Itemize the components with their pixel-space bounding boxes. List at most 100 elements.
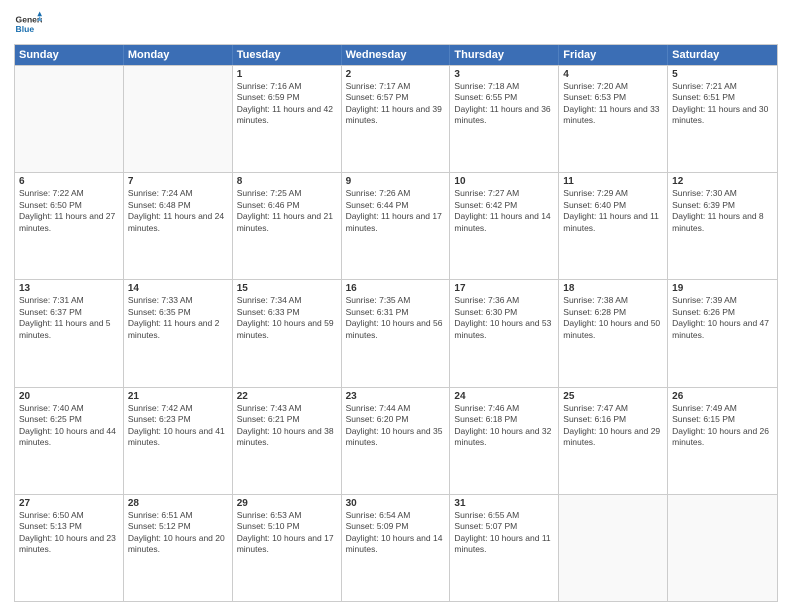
calendar-row-1: 6Sunrise: 7:22 AM Sunset: 6:50 PM Daylig… — [15, 172, 777, 279]
cell-info: Sunrise: 7:31 AM Sunset: 6:37 PM Dayligh… — [19, 295, 119, 341]
cell-info: Sunrise: 7:30 AM Sunset: 6:39 PM Dayligh… — [672, 188, 773, 234]
calendar-cell: 11Sunrise: 7:29 AM Sunset: 6:40 PM Dayli… — [559, 173, 668, 279]
cell-day-number: 31 — [454, 498, 554, 509]
cell-day-number: 19 — [672, 283, 773, 294]
calendar-cell: 14Sunrise: 7:33 AM Sunset: 6:35 PM Dayli… — [124, 280, 233, 386]
cell-info: Sunrise: 7:17 AM Sunset: 6:57 PM Dayligh… — [346, 81, 446, 127]
calendar-cell: 19Sunrise: 7:39 AM Sunset: 6:26 PM Dayli… — [668, 280, 777, 386]
cell-info: Sunrise: 7:35 AM Sunset: 6:31 PM Dayligh… — [346, 295, 446, 341]
calendar-cell: 21Sunrise: 7:42 AM Sunset: 6:23 PM Dayli… — [124, 388, 233, 494]
cell-day-number: 6 — [19, 176, 119, 187]
calendar-row-3: 20Sunrise: 7:40 AM Sunset: 6:25 PM Dayli… — [15, 387, 777, 494]
calendar-cell: 17Sunrise: 7:36 AM Sunset: 6:30 PM Dayli… — [450, 280, 559, 386]
cell-day-number: 23 — [346, 391, 446, 402]
weekday-header-sunday: Sunday — [15, 45, 124, 65]
cell-day-number: 5 — [672, 69, 773, 80]
cell-day-number: 1 — [237, 69, 337, 80]
cell-info: Sunrise: 7:20 AM Sunset: 6:53 PM Dayligh… — [563, 81, 663, 127]
cell-info: Sunrise: 7:39 AM Sunset: 6:26 PM Dayligh… — [672, 295, 773, 341]
cell-day-number: 18 — [563, 283, 663, 294]
page-header: General Blue — [14, 10, 778, 38]
svg-text:Blue: Blue — [16, 24, 35, 34]
cell-day-number: 30 — [346, 498, 446, 509]
calendar-cell: 7Sunrise: 7:24 AM Sunset: 6:48 PM Daylig… — [124, 173, 233, 279]
calendar-cell: 28Sunrise: 6:51 AM Sunset: 5:12 PM Dayli… — [124, 495, 233, 601]
cell-day-number: 11 — [563, 176, 663, 187]
calendar-cell: 20Sunrise: 7:40 AM Sunset: 6:25 PM Dayli… — [15, 388, 124, 494]
cell-day-number: 13 — [19, 283, 119, 294]
cell-info: Sunrise: 7:42 AM Sunset: 6:23 PM Dayligh… — [128, 403, 228, 449]
calendar-cell: 5Sunrise: 7:21 AM Sunset: 6:51 PM Daylig… — [668, 66, 777, 172]
cell-info: Sunrise: 7:18 AM Sunset: 6:55 PM Dayligh… — [454, 81, 554, 127]
cell-day-number: 27 — [19, 498, 119, 509]
cell-info: Sunrise: 7:27 AM Sunset: 6:42 PM Dayligh… — [454, 188, 554, 234]
cell-day-number: 20 — [19, 391, 119, 402]
cell-day-number: 17 — [454, 283, 554, 294]
calendar-cell: 16Sunrise: 7:35 AM Sunset: 6:31 PM Dayli… — [342, 280, 451, 386]
calendar-cell: 6Sunrise: 7:22 AM Sunset: 6:50 PM Daylig… — [15, 173, 124, 279]
cell-day-number: 3 — [454, 69, 554, 80]
cell-info: Sunrise: 7:38 AM Sunset: 6:28 PM Dayligh… — [563, 295, 663, 341]
calendar-cell: 3Sunrise: 7:18 AM Sunset: 6:55 PM Daylig… — [450, 66, 559, 172]
calendar-header: SundayMondayTuesdayWednesdayThursdayFrid… — [15, 45, 777, 65]
cell-day-number: 9 — [346, 176, 446, 187]
calendar-cell — [668, 495, 777, 601]
calendar-cell: 25Sunrise: 7:47 AM Sunset: 6:16 PM Dayli… — [559, 388, 668, 494]
cell-info: Sunrise: 6:55 AM Sunset: 5:07 PM Dayligh… — [454, 510, 554, 556]
logo-icon: General Blue — [14, 10, 42, 38]
cell-info: Sunrise: 7:22 AM Sunset: 6:50 PM Dayligh… — [19, 188, 119, 234]
calendar-cell: 12Sunrise: 7:30 AM Sunset: 6:39 PM Dayli… — [668, 173, 777, 279]
cell-info: Sunrise: 7:43 AM Sunset: 6:21 PM Dayligh… — [237, 403, 337, 449]
calendar-cell: 2Sunrise: 7:17 AM Sunset: 6:57 PM Daylig… — [342, 66, 451, 172]
weekday-header-monday: Monday — [124, 45, 233, 65]
calendar-cell — [124, 66, 233, 172]
cell-info: Sunrise: 6:51 AM Sunset: 5:12 PM Dayligh… — [128, 510, 228, 556]
weekday-header-thursday: Thursday — [450, 45, 559, 65]
cell-info: Sunrise: 7:36 AM Sunset: 6:30 PM Dayligh… — [454, 295, 554, 341]
calendar-cell: 18Sunrise: 7:38 AM Sunset: 6:28 PM Dayli… — [559, 280, 668, 386]
calendar-cell: 10Sunrise: 7:27 AM Sunset: 6:42 PM Dayli… — [450, 173, 559, 279]
calendar-cell: 26Sunrise: 7:49 AM Sunset: 6:15 PM Dayli… — [668, 388, 777, 494]
cell-info: Sunrise: 7:24 AM Sunset: 6:48 PM Dayligh… — [128, 188, 228, 234]
calendar-cell: 13Sunrise: 7:31 AM Sunset: 6:37 PM Dayli… — [15, 280, 124, 386]
calendar-cell: 9Sunrise: 7:26 AM Sunset: 6:44 PM Daylig… — [342, 173, 451, 279]
cell-info: Sunrise: 6:53 AM Sunset: 5:10 PM Dayligh… — [237, 510, 337, 556]
weekday-header-saturday: Saturday — [668, 45, 777, 65]
calendar-row-4: 27Sunrise: 6:50 AM Sunset: 5:13 PM Dayli… — [15, 494, 777, 601]
calendar-row-2: 13Sunrise: 7:31 AM Sunset: 6:37 PM Dayli… — [15, 279, 777, 386]
cell-info: Sunrise: 7:47 AM Sunset: 6:16 PM Dayligh… — [563, 403, 663, 449]
cell-day-number: 15 — [237, 283, 337, 294]
weekday-header-tuesday: Tuesday — [233, 45, 342, 65]
calendar-cell: 23Sunrise: 7:44 AM Sunset: 6:20 PM Dayli… — [342, 388, 451, 494]
cell-day-number: 8 — [237, 176, 337, 187]
cell-info: Sunrise: 7:34 AM Sunset: 6:33 PM Dayligh… — [237, 295, 337, 341]
weekday-header-wednesday: Wednesday — [342, 45, 451, 65]
cell-day-number: 22 — [237, 391, 337, 402]
cell-day-number: 4 — [563, 69, 663, 80]
calendar-cell: 8Sunrise: 7:25 AM Sunset: 6:46 PM Daylig… — [233, 173, 342, 279]
cell-day-number: 25 — [563, 391, 663, 402]
cell-info: Sunrise: 7:25 AM Sunset: 6:46 PM Dayligh… — [237, 188, 337, 234]
cell-day-number: 12 — [672, 176, 773, 187]
cell-day-number: 16 — [346, 283, 446, 294]
cell-info: Sunrise: 7:26 AM Sunset: 6:44 PM Dayligh… — [346, 188, 446, 234]
cell-info: Sunrise: 7:40 AM Sunset: 6:25 PM Dayligh… — [19, 403, 119, 449]
calendar-cell: 22Sunrise: 7:43 AM Sunset: 6:21 PM Dayli… — [233, 388, 342, 494]
calendar-row-0: 1Sunrise: 7:16 AM Sunset: 6:59 PM Daylig… — [15, 65, 777, 172]
cell-day-number: 29 — [237, 498, 337, 509]
calendar-cell: 31Sunrise: 6:55 AM Sunset: 5:07 PM Dayli… — [450, 495, 559, 601]
weekday-header-friday: Friday — [559, 45, 668, 65]
calendar-cell: 29Sunrise: 6:53 AM Sunset: 5:10 PM Dayli… — [233, 495, 342, 601]
calendar-cell: 1Sunrise: 7:16 AM Sunset: 6:59 PM Daylig… — [233, 66, 342, 172]
calendar-cell: 27Sunrise: 6:50 AM Sunset: 5:13 PM Dayli… — [15, 495, 124, 601]
cell-day-number: 14 — [128, 283, 228, 294]
cell-day-number: 26 — [672, 391, 773, 402]
logo: General Blue — [14, 10, 42, 38]
calendar-cell: 15Sunrise: 7:34 AM Sunset: 6:33 PM Dayli… — [233, 280, 342, 386]
calendar-cell — [559, 495, 668, 601]
cell-info: Sunrise: 7:33 AM Sunset: 6:35 PM Dayligh… — [128, 295, 228, 341]
calendar-cell — [15, 66, 124, 172]
calendar: SundayMondayTuesdayWednesdayThursdayFrid… — [14, 44, 778, 602]
cell-day-number: 10 — [454, 176, 554, 187]
calendar-cell: 4Sunrise: 7:20 AM Sunset: 6:53 PM Daylig… — [559, 66, 668, 172]
